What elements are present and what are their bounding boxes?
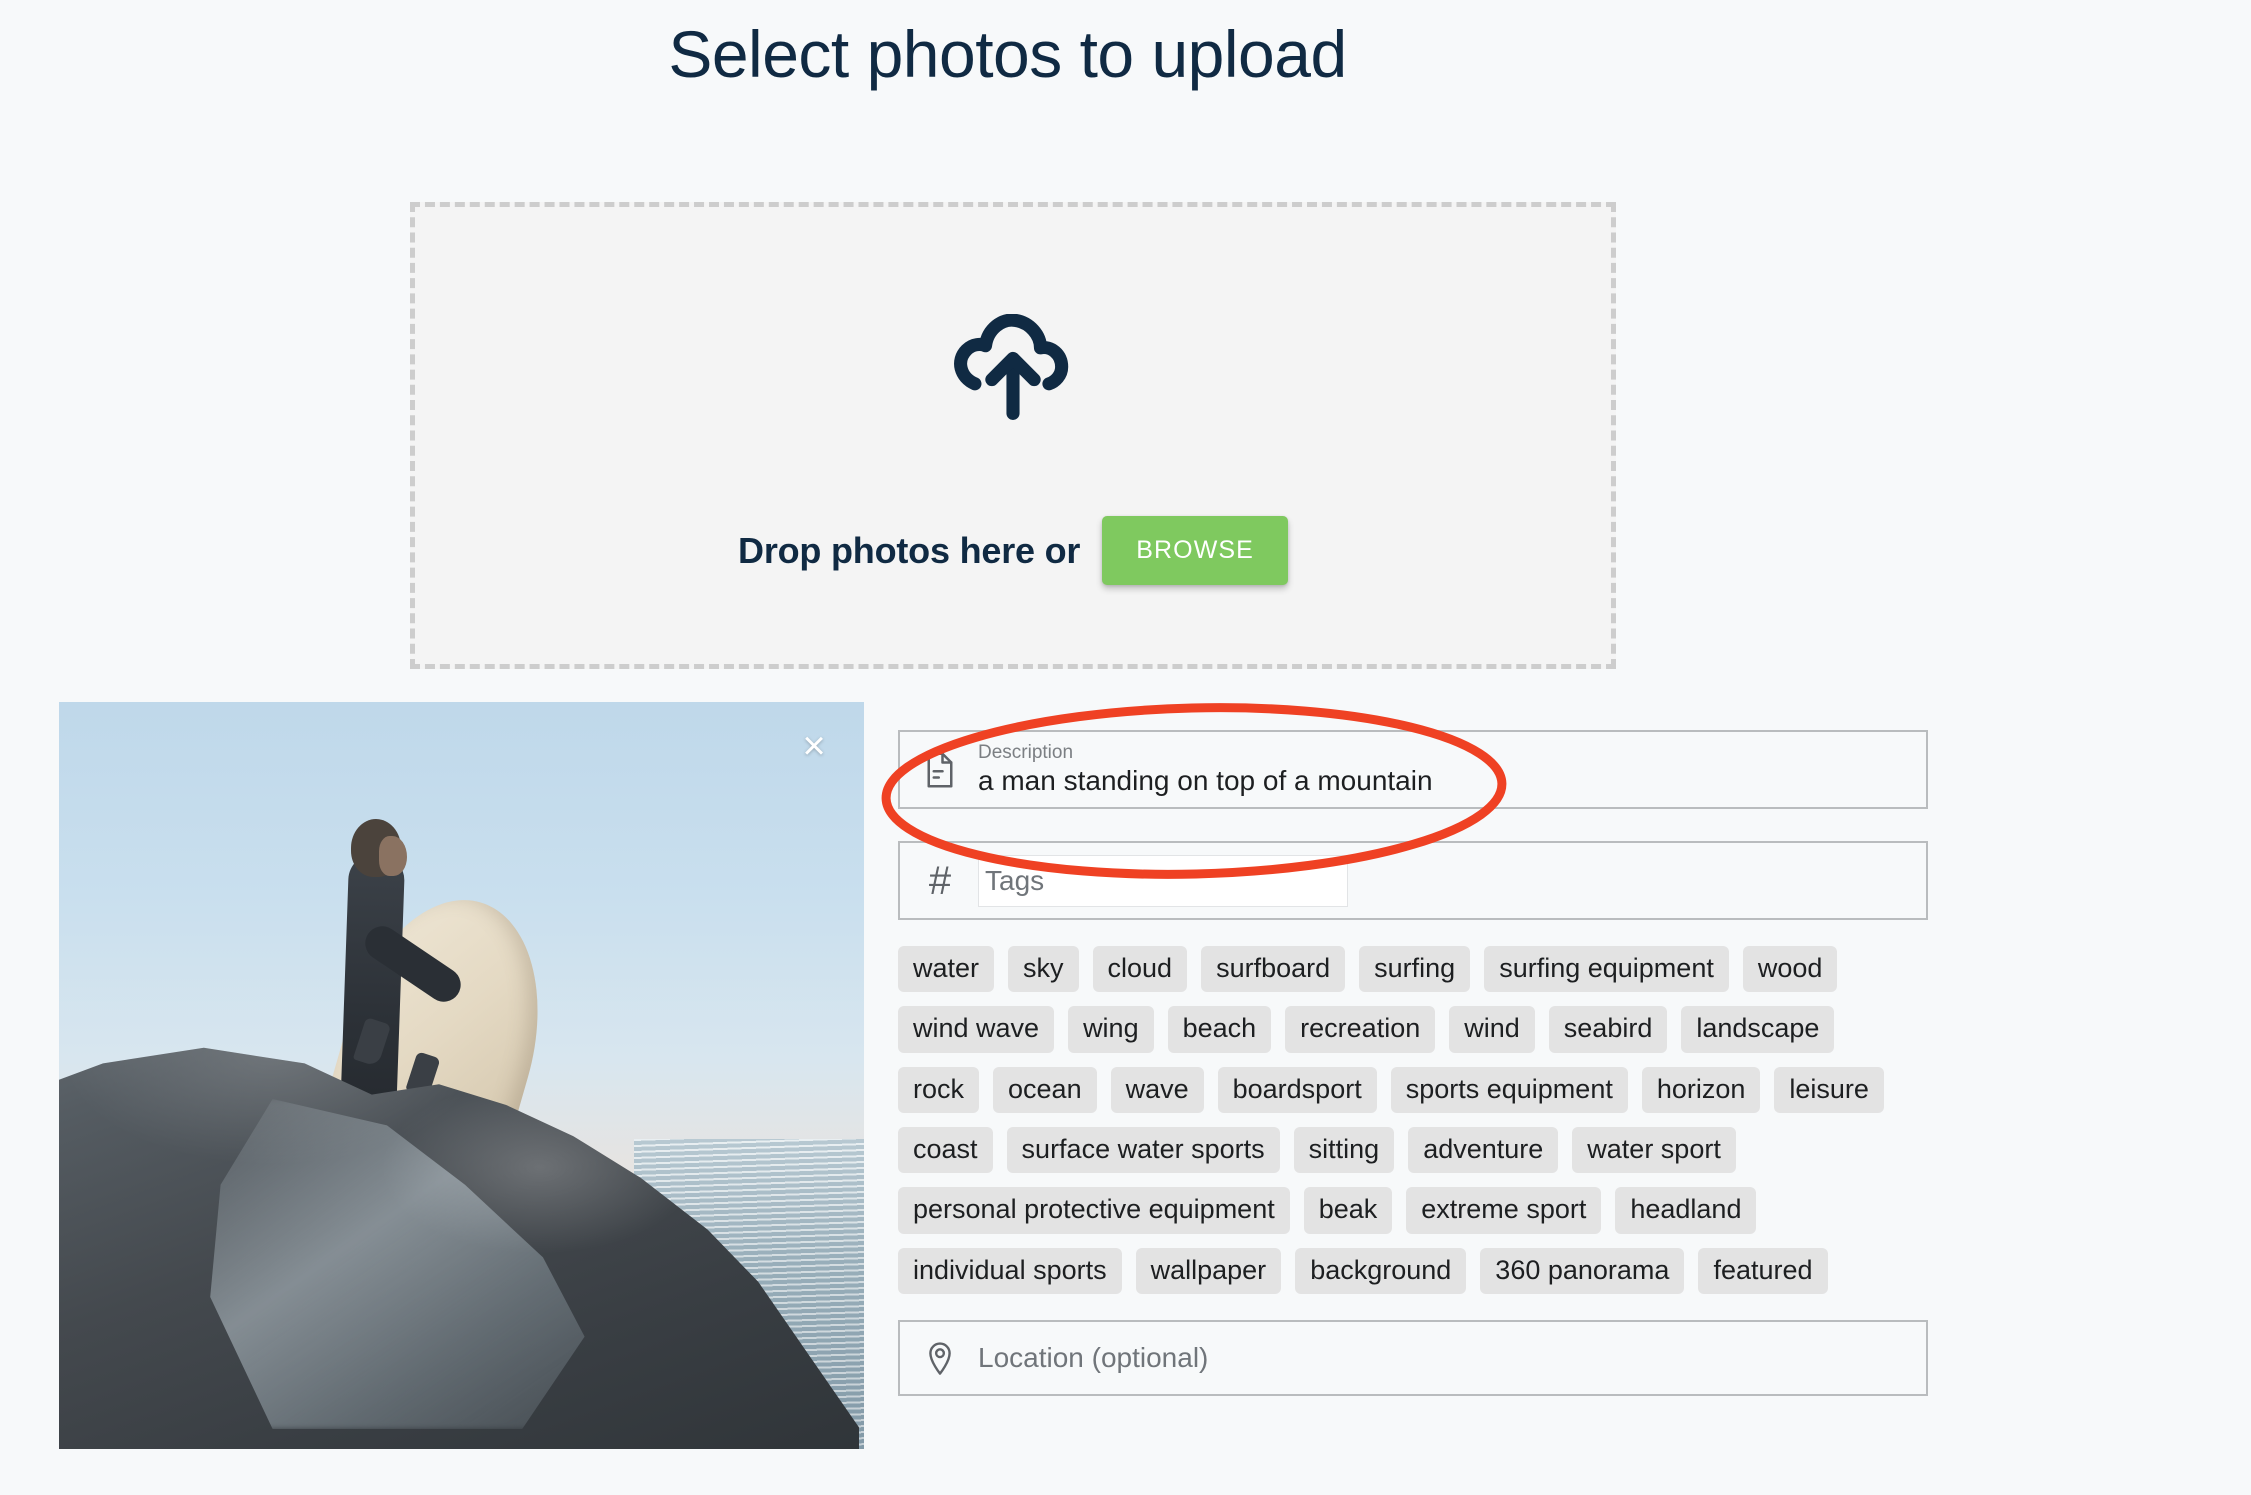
tag-chip[interactable]: background [1295,1247,1467,1295]
tag-chip[interactable]: personal protective equipment [898,1187,1290,1234]
tag-chip[interactable]: wind [1449,1006,1535,1053]
close-icon[interactable]: × [788,720,840,772]
tag-chip[interactable]: wave [1110,1066,1204,1114]
description-label: Description [978,742,1074,764]
tag-chip[interactable]: wallpaper [1135,1247,1282,1295]
location-field[interactable]: Location (optional) [898,1320,1928,1397]
tag-chip[interactable]: 360 panorama [1480,1247,1685,1295]
photo-dropzone[interactable]: Drop photos here or BROWSE [410,202,1616,669]
photo-surfer-face [379,836,407,876]
dropzone-action-row: Drop photos here or BROWSE [738,516,1288,585]
tag-chip[interactable]: recreation [1285,1006,1436,1053]
tag-chip[interactable]: individual sports [898,1247,1122,1295]
map-pin-icon [920,1336,960,1380]
upload-page: Select photos to upload Drop photos here… [0,0,2251,1495]
suggested-tags-list: water sky cloud surfboard surfing surfing equ… [898,946,1928,1295]
cloud-upload-icon [954,314,1069,420]
tag-chip[interactable]: beak [1303,1187,1393,1234]
drop-photos-text: Drop photos here or [738,529,1081,571]
document-icon [920,748,960,792]
tag-chip[interactable]: featured [1698,1247,1828,1295]
photo-metadata-form: Description a man standing on top of a m… [898,730,1928,1397]
tag-chip[interactable]: horizon [1641,1066,1761,1114]
tag-chip[interactable]: wood [1742,946,1838,993]
tag-chip[interactable]: beach [1167,1006,1272,1053]
tag-chip[interactable]: headland [1615,1187,1757,1234]
tag-chip[interactable]: surfboard [1201,946,1346,993]
tag-chip[interactable]: sitting [1293,1127,1395,1174]
hash-glyph: # [928,858,952,903]
tag-chip[interactable]: water sport [1572,1127,1736,1174]
tag-chip[interactable]: rock [898,1066,980,1114]
tags-input[interactable]: Tags [978,854,1348,907]
tag-chip[interactable]: ocean [993,1066,1097,1114]
tags-field[interactable]: # Tags [898,841,1928,920]
browse-button[interactable]: BROWSE [1102,516,1288,585]
tag-chip[interactable]: wing [1068,1006,1154,1053]
photo-preview: × [59,702,864,1449]
photo-image [59,702,864,1449]
tag-chip[interactable]: seabird [1548,1006,1668,1053]
tag-chip[interactable]: leisure [1774,1066,1884,1114]
tag-chip[interactable]: coast [898,1127,993,1174]
description-field-body: Description a man standing on top of a m… [978,742,1433,797]
page-title: Select photos to upload [668,17,1347,91]
tag-chip[interactable]: boardsport [1217,1066,1377,1114]
hash-icon: # [920,859,960,903]
tag-chip[interactable]: adventure [1408,1127,1559,1174]
tag-chip[interactable]: landscape [1681,1006,1835,1053]
tag-chip[interactable]: sports equipment [1390,1066,1628,1114]
tag-chip[interactable]: surface water sports [1006,1127,1280,1174]
description-value[interactable]: a man standing on top of a mountain [978,765,1433,797]
location-input[interactable]: Location (optional) [978,1342,1208,1374]
description-field[interactable]: Description a man standing on top of a m… [898,730,1928,809]
tag-chip[interactable]: surfing [1359,946,1471,993]
tag-chip[interactable]: sky [1008,946,1079,993]
tag-chip[interactable]: water [898,946,995,993]
tag-chip[interactable]: surfing equipment [1484,946,1729,993]
tag-chip[interactable]: extreme sport [1406,1187,1602,1234]
tag-chip[interactable]: wind wave [898,1006,1055,1053]
tag-chip[interactable]: cloud [1092,946,1188,993]
